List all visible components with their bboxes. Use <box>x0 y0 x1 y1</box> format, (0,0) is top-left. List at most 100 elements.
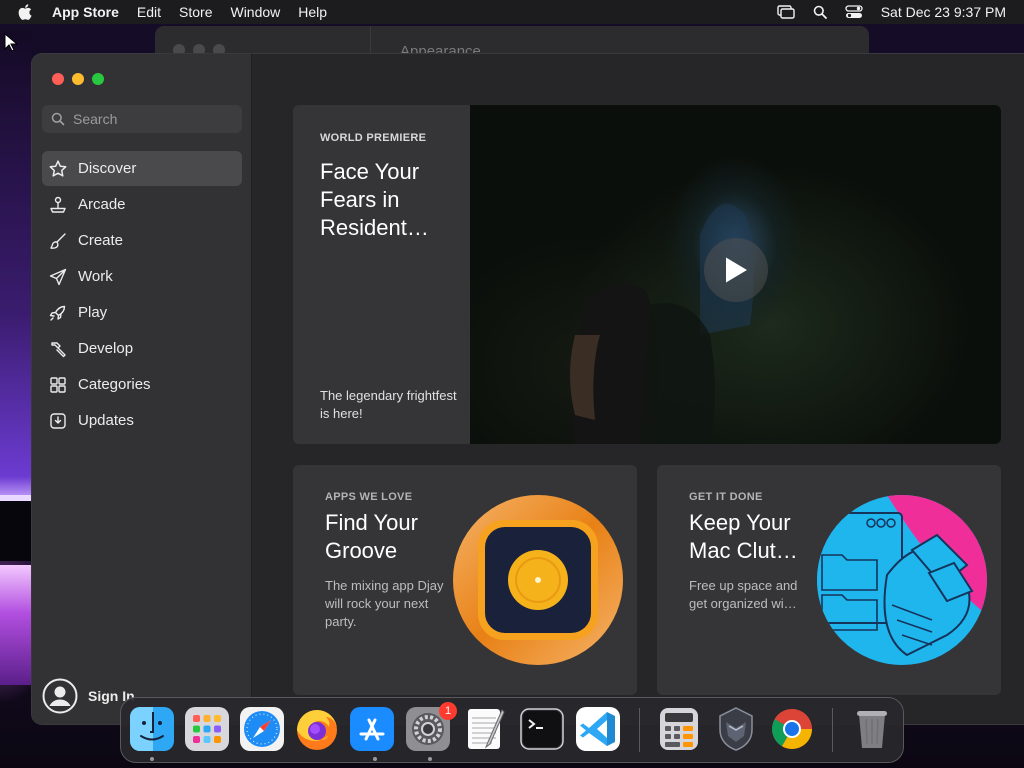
sidebar-item-arcade[interactable]: Arcade <box>42 187 242 222</box>
dock-trash[interactable] <box>849 706 895 752</box>
card-title: Find Your Groove <box>325 510 418 563</box>
dock-finder[interactable] <box>129 706 175 752</box>
control-center-icon[interactable] <box>845 5 863 19</box>
dock: 1 <box>120 697 904 763</box>
avatar-icon <box>42 678 78 714</box>
sidebar-item-discover[interactable]: Discover <box>42 151 242 186</box>
textedit-icon <box>468 709 505 749</box>
dock-separator <box>639 708 640 752</box>
dock-warp[interactable] <box>713 706 759 752</box>
menu-edit[interactable]: Edit <box>137 4 161 20</box>
search-input[interactable]: Search <box>42 105 242 133</box>
dock-app-store[interactable] <box>349 706 395 752</box>
paper-plane-icon <box>49 268 67 285</box>
terminal-icon <box>520 708 564 750</box>
launchpad-icon <box>185 707 229 751</box>
sidebar: Search Discover Arcade Create Work Play <box>32 54 252 724</box>
wallpaper-glow-bottom <box>0 565 32 685</box>
apple-icon[interactable] <box>18 4 40 20</box>
minimize-button[interactable] <box>72 73 84 85</box>
hero-card[interactable]: WORLD PREMIERE Face Your Fears in Reside… <box>293 105 1001 444</box>
app-store-icon <box>350 707 394 751</box>
card-eyebrow: APPS WE LOVE <box>325 491 413 503</box>
menu-window[interactable]: Window <box>230 4 280 20</box>
dock-chrome[interactable] <box>769 706 815 752</box>
mouse-cursor-icon <box>4 33 18 52</box>
sidebar-item-create[interactable]: Create <box>42 223 242 258</box>
menu-help[interactable]: Help <box>298 4 327 20</box>
wallpaper-glow-top <box>0 30 32 500</box>
sidebar-item-label: Updates <box>78 412 134 429</box>
dock-safari[interactable] <box>239 706 285 752</box>
dock-running-indicator <box>150 757 154 761</box>
dock-calculator[interactable] <box>656 706 702 752</box>
play-icon <box>726 257 747 283</box>
card-description: Free up space and get organized wi… <box>689 578 798 611</box>
sidebar-item-label: Create <box>78 232 124 249</box>
spotlight-search-icon[interactable] <box>813 5 827 19</box>
sidebar-item-label: Play <box>78 304 108 321</box>
djay-icon <box>453 495 623 665</box>
sidebar-item-label: Discover <box>78 160 137 177</box>
hero-video[interactable] <box>470 105 1001 444</box>
dock-firefox[interactable] <box>294 706 340 752</box>
card-description: The mixing app Djay will rock your next … <box>325 578 444 629</box>
window-controls <box>52 73 104 85</box>
chrome-icon <box>772 709 812 749</box>
feature-card-djay[interactable]: APPS WE LOVE Find Your Groove The mixing… <box>293 465 637 695</box>
dock-running-indicator <box>428 757 432 761</box>
hammer-icon <box>51 341 66 357</box>
trash-icon <box>857 711 887 748</box>
rocket-icon <box>49 305 66 321</box>
hero-eyebrow: WORLD PREMIERE <box>320 132 427 144</box>
grid-icon <box>50 376 66 393</box>
dock-running-indicator <box>373 757 377 761</box>
hero-subtitle: The legendary frightfest is here! <box>320 388 457 421</box>
feature-card-cleaner[interactable]: GET IT DONE Keep Your Mac Clut… Free up … <box>657 465 1001 695</box>
menu-app-name[interactable]: App Store <box>52 4 119 20</box>
finder-icon <box>130 707 174 751</box>
notification-badge: 1 <box>439 702 457 720</box>
zoom-button[interactable] <box>92 73 104 85</box>
vscode-icon <box>576 707 620 751</box>
sidebar-item-play[interactable]: Play <box>42 295 242 330</box>
folders-illustration <box>817 495 987 665</box>
menu-store[interactable]: Store <box>179 4 212 20</box>
feature-card-text: GET IT DONE Keep Your Mac Clut… Free up … <box>689 491 809 613</box>
dock-textedit[interactable] <box>462 706 508 752</box>
menu-clock[interactable]: Sat Dec 23 9:37 PM <box>881 4 1006 20</box>
sidebar-item-updates[interactable]: Updates <box>42 403 242 438</box>
card-title: Keep Your Mac Clut… <box>689 510 798 563</box>
calculator-icon <box>660 708 698 750</box>
sidebar-item-categories[interactable]: Categories <box>42 367 242 402</box>
screen-mirroring-icon[interactable] <box>777 5 795 19</box>
wallpaper-dark-band <box>0 501 32 561</box>
play-button[interactable] <box>704 238 768 302</box>
discover-content: WORLD PREMIERE Face Your Fears in Reside… <box>253 54 1024 724</box>
sidebar-nav: Discover Arcade Create Work Play Develop <box>42 151 242 439</box>
joystick-icon <box>50 196 66 213</box>
feature-card-text: APPS WE LOVE Find Your Groove The mixing… <box>325 491 445 631</box>
search-icon <box>51 112 65 126</box>
sidebar-item-develop[interactable]: Develop <box>42 331 242 366</box>
brush-icon <box>50 232 66 249</box>
hero-text: WORLD PREMIERE Face Your Fears in Reside… <box>293 105 470 444</box>
sidebar-item-label: Arcade <box>78 196 126 213</box>
search-placeholder: Search <box>73 111 118 127</box>
dock-system-settings[interactable]: 1 <box>405 702 457 752</box>
app-store-window: Search Discover Arcade Create Work Play <box>32 54 1024 724</box>
safari-icon <box>240 707 284 751</box>
sidebar-item-label: Categories <box>78 376 151 393</box>
close-button[interactable] <box>52 73 64 85</box>
shield-helmet-icon <box>719 707 753 751</box>
dock-vscode[interactable] <box>575 706 621 752</box>
dock-separator <box>832 708 833 752</box>
updates-icon <box>50 412 66 429</box>
dock-terminal[interactable] <box>519 706 565 752</box>
dock-launchpad[interactable] <box>184 706 230 752</box>
sidebar-item-label: Develop <box>78 340 134 357</box>
sidebar-item-label: Work <box>78 268 113 285</box>
sidebar-item-work[interactable]: Work <box>42 259 242 294</box>
firefox-icon <box>297 710 337 750</box>
menu-bar: App Store Edit Store Window Help Sat Dec… <box>0 0 1024 24</box>
